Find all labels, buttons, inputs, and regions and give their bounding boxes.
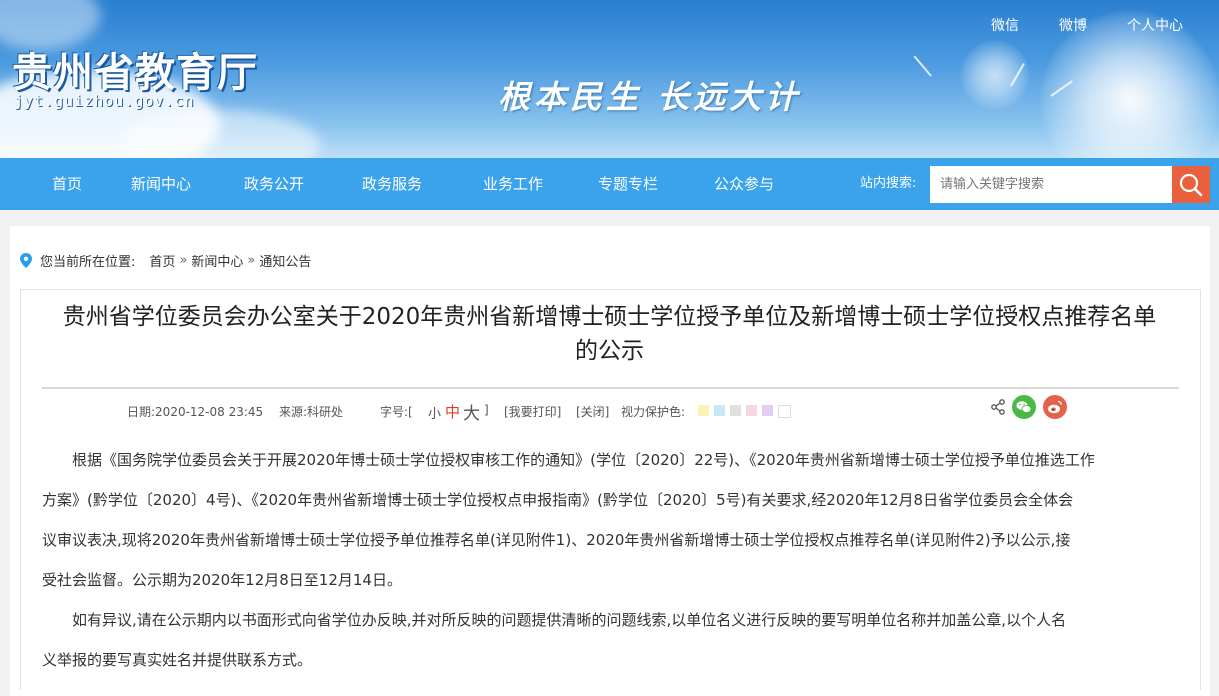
breadcrumb-separator: » [179, 253, 188, 268]
font-small-button[interactable]: 小 [428, 403, 441, 422]
font-medium-button[interactable]: 中 [445, 401, 460, 422]
breadcrumb-home[interactable]: 首页 [149, 251, 175, 270]
nav-item-home[interactable]: 首页 [52, 158, 82, 210]
font-size-label: 字号:[ [380, 405, 413, 419]
weibo-share-button[interactable] [1043, 395, 1067, 419]
location-pin-icon [20, 253, 32, 268]
wechat-share-button[interactable] [1012, 395, 1036, 419]
breadcrumb-separator: » [247, 253, 256, 268]
weibo-icon [1048, 400, 1062, 414]
nav-item-gov-services[interactable]: 政务服务 [362, 158, 422, 210]
color-swatch[interactable] [730, 405, 741, 416]
site-title[interactable]: 贵州省教育厅 [12, 40, 258, 98]
breadcrumb-news[interactable]: 新闻中心 [191, 251, 243, 270]
dandelion-decoration [960, 40, 1030, 110]
breadcrumb: 您当前所在位置: 首页 » 新闻中心 » 通知公告 [20, 251, 311, 270]
nav-item-business[interactable]: 业务工作 [483, 158, 543, 210]
header-banner: 贵州省教育厅 jyt.guizhou.gov.cn 根本民生 长远大计 微信 微… [0, 0, 1219, 158]
site-domain: jyt.guizhou.gov.cn [14, 92, 195, 110]
nav-item-news[interactable]: 新闻中心 [131, 158, 191, 210]
nav-item-gov-affairs[interactable]: 政务公开 [244, 158, 304, 210]
print-button[interactable]: [我要打印] [504, 403, 561, 420]
color-swatch[interactable] [746, 405, 757, 416]
search-icon [1179, 173, 1203, 197]
search-button[interactable] [1172, 166, 1210, 203]
article-date: 日期:2020-12-08 23:45 [127, 405, 264, 419]
paragraph-line: 如有异议,请在公示期内以书面形式向省学位办反映,并对所反映的问题提供清晰的问题线… [72, 611, 1067, 629]
breadcrumb-notices[interactable]: 通知公告 [259, 251, 311, 270]
article-title-line: 的公示 [575, 338, 644, 364]
top-links: 微信 微博 个人中心 [991, 15, 1183, 35]
breadcrumb-prefix: 您当前所在位置: [40, 255, 136, 270]
article-paragraph-2: 如有异议,请在公示期内以书面形式向省学位办反映,并对所反映的问题提供清晰的问题线… [42, 600, 1179, 680]
nav-item-participation[interactable]: 公众参与 [714, 158, 774, 210]
paragraph-line: 方案》(黔学位〔2020〕4号)、《2020年贵州省新增博士硕士学位授权点申报指… [42, 491, 1074, 509]
article-title: 贵州省学位委员会办公室关于2020年贵州省新增博士硕士学位授予单位及新增博士硕士… [32, 300, 1187, 368]
paragraph-line: 受社会监督。公示期为2020年12月8日至12月14日。 [42, 571, 402, 589]
font-size-close: ] [484, 403, 489, 417]
nav-item-topics[interactable]: 专题专栏 [598, 158, 658, 210]
article-title-line: 贵州省学位委员会办公室关于2020年贵州省新增博士硕士学位授予单位及新增博士硕士… [62, 304, 1157, 330]
wechat-icon [1016, 401, 1032, 413]
font-large-button[interactable]: 大 [463, 399, 480, 424]
color-swatch[interactable] [778, 405, 791, 418]
personal-center-link[interactable]: 个人中心 [1127, 15, 1183, 35]
title-divider [42, 387, 1179, 389]
weibo-link[interactable]: 微博 [1059, 15, 1087, 35]
share-icon[interactable] [990, 399, 1006, 415]
paragraph-line: 根据《国务院学位委员会关于开展2020年博士硕士学位授权审核工作的通知》(学位〔… [72, 451, 1095, 469]
article-source: 来源:科研处 [279, 405, 344, 419]
eye-protect-label: 视力保护色: [621, 405, 686, 419]
color-swatch[interactable] [762, 405, 773, 416]
paragraph-line: 义举报的要写真实姓名并提供联系方式。 [42, 651, 313, 669]
seed-decoration [913, 55, 932, 77]
search-label: 站内搜索: [860, 176, 917, 191]
color-swatch[interactable] [698, 405, 709, 416]
color-swatch[interactable] [714, 405, 725, 416]
search-input[interactable] [930, 166, 1172, 203]
close-button[interactable]: [关闭] [576, 403, 609, 420]
wechat-link[interactable]: 微信 [991, 15, 1019, 35]
article-paragraph-1: 根据《国务院学位委员会关于开展2020年博士硕士学位授权审核工作的通知》(学位〔… [42, 440, 1179, 600]
site-slogan: 根本民生 长远大计 [498, 78, 802, 116]
paragraph-line: 议审议表决,现将2020年贵州省新增博士硕士学位授予单位推荐名单(详见附件1)、… [42, 531, 1071, 549]
